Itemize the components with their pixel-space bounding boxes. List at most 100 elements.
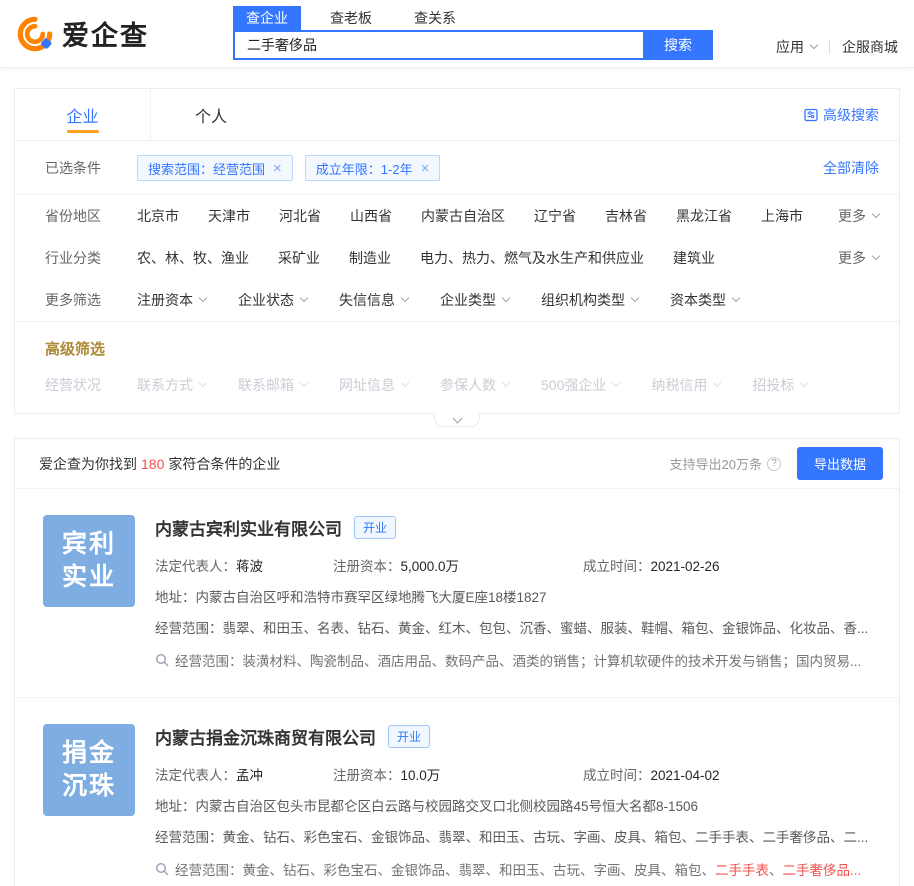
filter-option[interactable]: 吉林省 bbox=[605, 206, 647, 226]
filter-option[interactable]: 山西省 bbox=[350, 206, 392, 226]
chevron-down-icon bbox=[872, 210, 880, 218]
company-avatar[interactable]: 宾利实业 bbox=[43, 515, 135, 607]
more-button[interactable]: 更多 bbox=[838, 248, 879, 268]
selected-filter-chip: 搜索范围：经营范围 × bbox=[137, 155, 293, 181]
chip-label: 搜索范围：经营范围 bbox=[148, 159, 265, 178]
company-name-link[interactable]: 内蒙古宾利实业有限公司 bbox=[155, 515, 342, 540]
header-search-tabs: 查企业查老板查关系 bbox=[233, 6, 713, 30]
selected-chips: 搜索范围：经营范围×成立年限：1-2年× bbox=[137, 155, 440, 181]
filter-dropdown[interactable]: 注册资本 bbox=[137, 290, 206, 310]
company-scope-match-text: 经营范围：黄金、钻石、彩色宝石、金银饰品、翡翠、和田玉、古玩、字画、皮具、箱包、… bbox=[175, 859, 861, 879]
filter-dropdown[interactable]: 企业类型 bbox=[440, 290, 509, 310]
filter-row-more-filters: 更多筛选 注册资本 企业状态 失信信息 企业类型 组织机构类型 资本类型 bbox=[15, 279, 899, 321]
more-filters-label: 更多筛选 bbox=[45, 290, 137, 310]
company-scope-match: 经营范围：黄金、钻石、彩色宝石、金银饰品、翡翠、和田玉、古玩、字画、皮具、箱包、… bbox=[155, 859, 875, 879]
collapse-panel-button[interactable] bbox=[434, 413, 480, 427]
advanced-filter-dropdown[interactable]: 纳税信用 bbox=[651, 375, 720, 395]
chevron-down-icon bbox=[810, 41, 818, 49]
company-card-body: 内蒙古宾利实业有限公司 开业 法定代表人：蒋波注册资本：5,000.0万成立时间… bbox=[155, 515, 875, 670]
company-status-badge: 开业 bbox=[388, 725, 430, 748]
filter-row-label: 省份地区 bbox=[45, 206, 137, 226]
filter-option[interactable]: 辽宁省 bbox=[534, 206, 576, 226]
company-card-body: 内蒙古捐金沉珠商贸有限公司 开业 法定代表人：孟冲注册资本：10.0万成立时间：… bbox=[155, 724, 875, 879]
filter-dropdown[interactable]: 失信信息 bbox=[339, 290, 408, 310]
chevron-down-icon bbox=[732, 294, 740, 302]
header-tab-boss[interactable]: 查老板 bbox=[317, 6, 385, 30]
company-fields: 法定代表人：孟冲注册资本：10.0万成立时间：2021-04-02 bbox=[155, 764, 875, 784]
search-input[interactable] bbox=[233, 30, 643, 60]
filter-option[interactable]: 农、林、牧、渔业 bbox=[137, 248, 249, 268]
nav-mall[interactable]: 企服商城 bbox=[842, 37, 898, 57]
chevron-down-icon bbox=[401, 294, 409, 302]
filter-option[interactable]: 建筑业 bbox=[673, 248, 715, 268]
company-field: 法定代表人：孟冲 bbox=[155, 764, 333, 784]
advanced-filter-dropdown[interactable]: 500强企业 bbox=[541, 375, 619, 395]
search-icon bbox=[155, 653, 169, 667]
brand-logo[interactable]: 爱企查 bbox=[16, 14, 149, 53]
filter-tab-person[interactable]: 个人 bbox=[151, 89, 271, 140]
filter-row-label: 行业分类 bbox=[45, 248, 137, 268]
company-fields: 法定代表人：蒋波注册资本：5,000.0万成立时间：2021-02-26 bbox=[155, 555, 875, 575]
company-address: 地址：内蒙古自治区包头市昆都仑区白云路与校园路交叉口北侧校园路45号恒大名都8-… bbox=[155, 795, 875, 815]
filter-option[interactable]: 黑龙江省 bbox=[676, 206, 732, 226]
advanced-search-link[interactable]: 高级搜索 bbox=[804, 105, 879, 125]
filter-option[interactable]: 天津市 bbox=[208, 206, 250, 226]
filter-tab-company[interactable]: 企业 bbox=[15, 89, 151, 140]
advanced-filter-dropdown[interactable]: 参保人数 bbox=[440, 375, 509, 395]
company-field: 注册资本：10.0万 bbox=[333, 764, 583, 784]
filter-row-business-status: 经营状况 联系方式 联系邮箱 网址信息 参保人数 500强企业 纳税信用 招投标 bbox=[15, 363, 899, 413]
more-button[interactable]: 更多 bbox=[838, 206, 879, 226]
company-address: 地址：内蒙古自治区呼和浩特市赛罕区绿地腾飞大厦E座18楼1827 bbox=[155, 586, 875, 606]
company-scope: 经营范围：黄金、钻石、彩色宝石、金银饰品、翡翠、和田玉、古玩、字画、皮具、箱包、… bbox=[155, 826, 875, 846]
header-tab-relation[interactable]: 查关系 bbox=[401, 6, 469, 30]
filter-option[interactable]: 上海市 bbox=[761, 206, 803, 226]
results-summary: 爱企查为你找到180家符合条件的企业 bbox=[39, 454, 280, 474]
filter-option[interactable]: 河北省 bbox=[279, 206, 321, 226]
chip-close-icon[interactable]: × bbox=[421, 161, 430, 176]
chevron-down-icon bbox=[502, 379, 510, 387]
selected-conditions-label: 已选条件 bbox=[45, 158, 137, 178]
company-list: 宾利实业 内蒙古宾利实业有限公司 开业 法定代表人：蒋波注册资本：5,000.0… bbox=[15, 489, 899, 886]
business-status-label: 经营状况 bbox=[45, 375, 137, 395]
filter-dropdown[interactable]: 企业状态 bbox=[238, 290, 307, 310]
advanced-filter-dropdown[interactable]: 网址信息 bbox=[339, 375, 408, 395]
export-data-button[interactable]: 导出数据 bbox=[797, 447, 883, 480]
filter-option[interactable]: 电力、热力、燃气及水生产和供应业 bbox=[420, 248, 644, 268]
company-title-row: 内蒙古捐金沉珠商贸有限公司 开业 bbox=[155, 724, 875, 749]
chevron-down-icon bbox=[612, 379, 620, 387]
filter-option[interactable]: 内蒙古自治区 bbox=[421, 206, 505, 226]
selected-conditions-row: 已选条件 搜索范围：经营范围×成立年限：1-2年× 全部清除 bbox=[15, 141, 899, 195]
chevron-down-icon bbox=[401, 379, 409, 387]
advanced-filter-dropdown[interactable]: 联系方式 bbox=[137, 375, 206, 395]
search-button[interactable]: 搜索 bbox=[643, 30, 713, 60]
page: 爱企查 查企业查老板查关系 搜索 应用 企服商城 企业个人 bbox=[0, 0, 914, 886]
nav-apps[interactable]: 应用 bbox=[776, 37, 817, 57]
help-icon[interactable]: ? bbox=[767, 457, 781, 471]
brand-name: 爱企查 bbox=[62, 14, 149, 53]
filter-option[interactable]: 北京市 bbox=[137, 206, 179, 226]
company-status-badge: 开业 bbox=[354, 516, 396, 539]
company-avatar[interactable]: 捐金沉珠 bbox=[43, 724, 135, 816]
results-summary-suffix: 家符合条件的企业 bbox=[168, 456, 280, 472]
chevron-down-icon bbox=[800, 379, 808, 387]
company-scope-match-text: 经营范围：装潢材料、陶瓷制品、酒店用品、数码产品、酒类的销售；计算机软硬件的技术… bbox=[175, 650, 861, 670]
header-tab-company[interactable]: 查企业 bbox=[233, 6, 301, 30]
filter-dropdown[interactable]: 组织机构类型 bbox=[541, 290, 638, 310]
header-nav: 应用 企服商城 bbox=[776, 37, 898, 57]
company-name-link[interactable]: 内蒙古捐金沉珠商贸有限公司 bbox=[155, 724, 376, 749]
advanced-filter-dropdown[interactable]: 招投标 bbox=[752, 375, 807, 395]
search-row: 搜索 bbox=[233, 30, 713, 60]
filter-option[interactable]: 制造业 bbox=[349, 248, 391, 268]
filter-option[interactable]: 采矿业 bbox=[278, 248, 320, 268]
brand-logo-icon bbox=[16, 15, 54, 53]
filter-tabs: 企业个人 bbox=[15, 89, 271, 140]
search-area: 查企业查老板查关系 搜索 bbox=[233, 6, 713, 60]
chevron-down-icon bbox=[631, 294, 639, 302]
advanced-filter-dropdown[interactable]: 联系邮箱 bbox=[238, 375, 307, 395]
filter-dropdown[interactable]: 资本类型 bbox=[670, 290, 739, 310]
chip-close-icon[interactable]: × bbox=[273, 161, 282, 176]
filter-panel: 企业个人 高级搜索 已选条件 搜索范围：经营范围×成立年限：1-2年× 全部清除… bbox=[14, 88, 900, 414]
clear-all-button[interactable]: 全部清除 bbox=[823, 158, 879, 178]
filter-row-province: 省份地区北京市 天津市 河北省 山西省 内蒙古自治区 辽宁省 吉林省 黑龙江省 上海市 更多 bbox=[15, 195, 899, 237]
results-summary-prefix: 爱企查为你找到 bbox=[39, 456, 137, 472]
